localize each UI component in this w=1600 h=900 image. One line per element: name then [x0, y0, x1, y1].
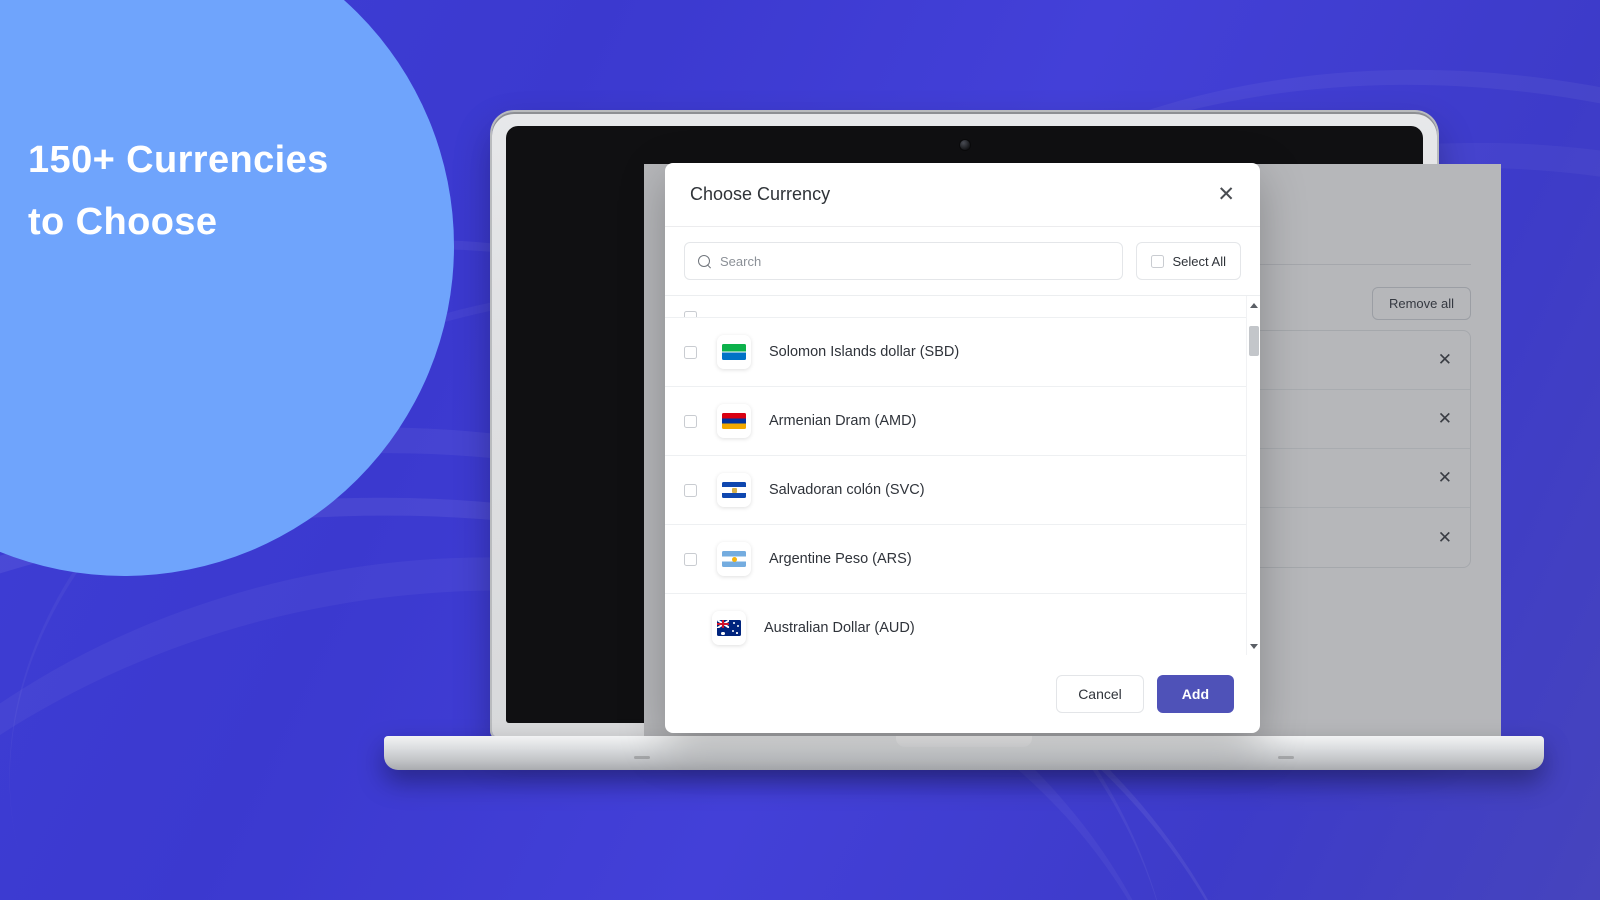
- hero-headline-line1: 150+ Currencies: [28, 139, 329, 181]
- list-item[interactable]: Armenian Dram (AMD): [665, 387, 1246, 456]
- scrollbar[interactable]: [1246, 296, 1260, 655]
- currency-checkbox[interactable]: [684, 311, 697, 317]
- currency-checkbox[interactable]: [684, 414, 697, 428]
- list-item[interactable]: Salvadoran colón (SVC): [665, 456, 1246, 525]
- list-item-partial[interactable]: [665, 296, 1246, 318]
- scrollbar-thumb[interactable]: [1249, 326, 1259, 356]
- laptop-base: [384, 736, 1544, 770]
- select-all-control[interactable]: Select All: [1135, 242, 1241, 280]
- search-field[interactable]: [684, 242, 1123, 280]
- currency-label: Salvadoran colón (SVC): [769, 482, 925, 498]
- webcam-icon: [959, 140, 970, 150]
- currency-label: Armenian Dram (AMD): [769, 413, 917, 429]
- hero-headline: 150+ Currencies to Choose: [28, 130, 428, 253]
- select-all-checkbox[interactable]: [1150, 254, 1164, 268]
- modal-title: Choose Currency: [690, 184, 831, 204]
- scroll-up-arrow-icon[interactable]: [1247, 298, 1260, 312]
- currency-list-region: Solomon Islands dollar (SBD) Armenian Dr…: [665, 295, 1260, 655]
- flag-amd-icon: [717, 404, 751, 438]
- list-item[interactable]: Argentine Peso (ARS): [665, 525, 1246, 594]
- modal-header: Choose Currency ✕: [665, 163, 1260, 227]
- list-item[interactable]: Solomon Islands dollar (SBD): [665, 318, 1246, 387]
- currency-label: Argentine Peso (ARS): [769, 551, 912, 567]
- search-input[interactable]: [720, 253, 1109, 269]
- list-item: Australian Dollar (AUD): [665, 594, 1246, 655]
- cancel-button[interactable]: Cancel: [1056, 675, 1144, 713]
- close-icon[interactable]: ✕: [1217, 184, 1235, 205]
- promo-banner: 150+ Currencies to Choose ‹ Dashboard Se…: [0, 0, 1600, 900]
- currency-checkbox[interactable]: [684, 483, 697, 497]
- currency-label: Australian Dollar (AUD): [764, 620, 915, 636]
- modal-footer: Cancel Add: [665, 655, 1260, 733]
- flag-sbd-icon: [717, 335, 751, 369]
- currency-label: Solomon Islands dollar (SBD): [769, 344, 960, 360]
- currency-checkbox[interactable]: [684, 552, 697, 566]
- currency-checkbox[interactable]: [684, 345, 697, 359]
- flag-ars-icon: [717, 542, 751, 576]
- modal-toolbar: Select All: [665, 227, 1260, 295]
- scroll-down-arrow-icon[interactable]: [1247, 639, 1260, 653]
- flag-aud-icon: [712, 611, 746, 645]
- search-icon: [698, 254, 711, 268]
- hero-headline-line2: to Choose: [28, 200, 218, 243]
- choose-currency-modal: Choose Currency ✕ Select All S: [665, 163, 1260, 733]
- add-button[interactable]: Add: [1156, 675, 1234, 713]
- currency-list: Solomon Islands dollar (SBD) Armenian Dr…: [665, 296, 1246, 655]
- select-all-label: Select All: [1172, 253, 1226, 269]
- flag-svc-icon: [717, 473, 751, 507]
- laptop-foot: [634, 756, 650, 759]
- laptop-foot: [1278, 756, 1294, 759]
